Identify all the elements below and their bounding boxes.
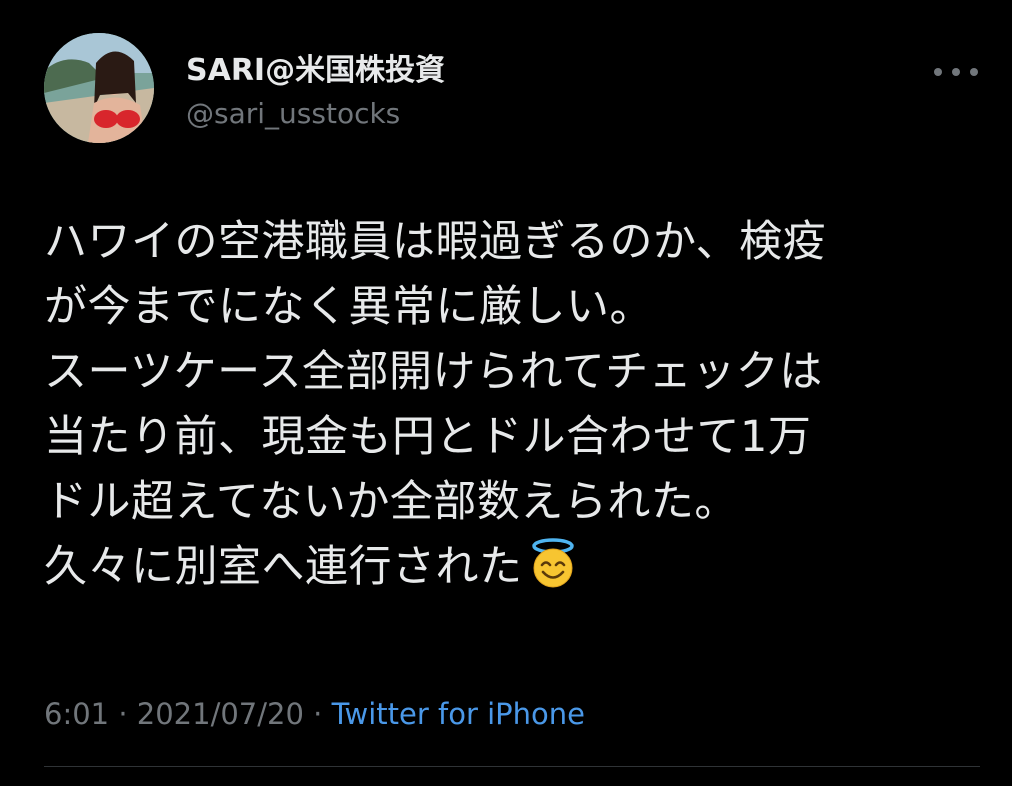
tweet-line: 当たり前、現金も円とドル合わせて1万 [44,412,812,462]
tweet-line: ハワイの空港職員は暇過ぎるのか、検疫 [44,217,827,267]
more-dot [934,68,942,76]
author-display-name[interactable]: SARI@米国株投資 [186,52,445,90]
tweet-line: ドル超えてないか全部数えられた。 [44,477,738,527]
profile-photo [44,33,154,143]
more-horizontal-icon[interactable] [934,60,978,84]
meta-separator: · [303,697,332,731]
tweet-line: スーツケース全部開けられてチェックは [44,347,823,397]
tweet-card: SARI@米国株投資 @sari_usstocks ハワイの空港職員は暇過ぎるの… [0,0,1012,786]
tweet-source-link[interactable]: Twitter for iPhone [332,697,585,731]
avatar[interactable] [44,33,154,143]
tweet-line: が今までになく異常に厳しい。 [44,282,653,332]
more-dot [970,68,978,76]
meta-separator: · [109,697,137,731]
tweet-date[interactable]: 2021/07/20 [137,697,304,731]
tweet-line-text: 久々に別室へ連行された [44,542,523,592]
tweet-line-last: 久々に別室へ連行された [44,535,989,600]
tweet-text: ハワイの空港職員は暇過ぎるのか、検疫 が今までになく異常に厳しい。 スーツケース… [44,210,989,600]
more-dot [952,68,960,76]
tweet-time[interactable]: 6:01 [44,697,109,731]
smiling-face-with-halo-icon [531,538,574,588]
divider [44,766,980,767]
author-handle[interactable]: @sari_usstocks [186,96,400,132]
tweet-meta: 6:01 · 2021/07/20 · Twitter for iPhone [44,696,585,732]
